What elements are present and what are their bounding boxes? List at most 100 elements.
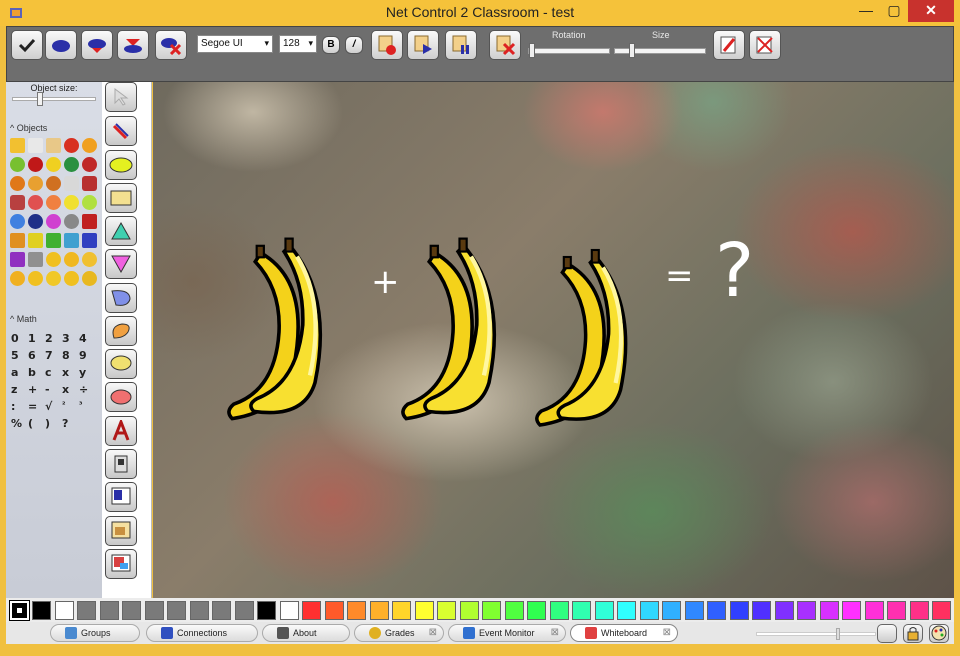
zoom-slider-thumb[interactable] [836,628,840,640]
text-tool[interactable] [105,416,137,446]
star-outline-icon[interactable] [28,138,43,153]
tab-about[interactable]: About [262,624,350,642]
math-symbol[interactable]: z [11,383,28,400]
ellipse-tool[interactable] [105,150,137,180]
math-symbol[interactable]: 2 [45,332,62,349]
math-symbol[interactable]: 6 [28,349,45,366]
maximize-button[interactable]: ▢ [880,0,908,22]
cherries-icon[interactable] [28,157,43,172]
whiteboard-canvas[interactable]: + = ? [153,82,954,598]
orange-icon[interactable] [82,138,97,153]
record-button[interactable] [371,30,403,60]
color-swatch[interactable] [864,601,884,620]
strawberry-icon[interactable] [82,157,97,172]
font-select[interactable]: Segoe UI ▾ [197,35,273,53]
color-swatch[interactable] [437,601,456,620]
math-symbol[interactable]: ( [28,417,45,434]
apply-button[interactable] [11,30,43,60]
edit-button[interactable] [713,30,745,60]
size-slider-thumb[interactable] [629,43,635,58]
equals-sign[interactable]: = [665,256,694,296]
flag-gray-icon[interactable] [28,252,43,267]
smiley-laugh-icon[interactable] [64,252,79,267]
color-swatch[interactable] [887,601,906,620]
insert-image-tool[interactable] [105,549,137,579]
color-swatch[interactable] [729,601,749,620]
rotation-slider-thumb[interactable] [529,43,535,58]
select-tool[interactable] [105,82,137,112]
color-swatch[interactable] [482,601,501,620]
math-symbol[interactable]: b [28,366,45,383]
car-icon[interactable] [10,195,25,210]
math-symbol[interactable]: ³ [79,400,96,417]
color-swatch[interactable] [279,601,299,620]
object-size-thumb[interactable] [37,92,43,106]
tab-event-monitor[interactable]: Event Monitor ⊠ [448,624,566,642]
pause-button[interactable] [445,30,477,60]
erase-button[interactable] [749,30,781,60]
math-symbol[interactable]: % [11,417,28,434]
flag-cyan-icon[interactable] [64,233,79,248]
balloon-pink-icon[interactable] [46,214,61,229]
italic-button[interactable]: / [345,36,363,54]
play-button[interactable] [407,30,439,60]
math-symbol[interactable]: √ [45,400,62,417]
balloon-yellow-icon[interactable] [64,195,79,210]
smiley-sad-icon[interactable] [82,252,97,267]
color-swatch[interactable] [842,601,861,620]
motorbike-icon[interactable] [82,176,97,191]
math-symbol[interactable]: 7 [45,349,62,366]
color-swatch[interactable] [639,601,659,620]
flag-green-icon[interactable] [46,233,61,248]
color-swatch[interactable] [774,601,794,620]
color-swatch[interactable] [797,601,816,620]
color-swatch[interactable] [77,601,96,620]
smiley-surprised-icon[interactable] [28,271,43,286]
current-color-swatch[interactable] [9,600,30,621]
balloon-red-icon[interactable] [28,195,43,210]
objects-section-header[interactable]: ^ Objects [10,123,47,133]
watermelon-icon[interactable] [64,157,79,172]
send-to-students-button[interactable] [45,30,77,60]
color-swatch[interactable] [572,601,591,620]
image-tool[interactable] [105,516,137,546]
math-symbol[interactable]: 8 [62,349,79,366]
color-swatch[interactable] [234,601,254,620]
send-red-button[interactable] [81,30,113,60]
cherry-icon[interactable] [64,138,79,153]
math-symbol[interactable]: + [28,383,45,400]
cloud-shape-tool[interactable] [105,382,137,412]
color-swatch[interactable] [302,601,321,620]
smiley-grin-icon[interactable] [46,271,61,286]
balloon-gray-icon[interactable] [64,214,79,229]
pen-tool[interactable] [105,116,137,146]
color-swatch[interactable] [392,601,411,620]
shape-blue-tool[interactable] [105,283,137,313]
math-symbol[interactable]: 5 [11,349,28,366]
tab-whiteboard[interactable]: Whiteboard ⊠ [570,624,678,642]
color-swatch[interactable] [707,601,726,620]
color-swatch[interactable] [459,601,479,620]
color-swatch[interactable] [32,601,51,620]
math-symbol[interactable]: 9 [79,349,96,366]
close-tab-icon[interactable]: ⊠ [551,625,559,641]
star-sparkle-icon[interactable] [46,138,61,153]
color-swatch[interactable] [369,601,389,620]
color-swatch[interactable] [662,601,681,620]
clear-page-button[interactable] [489,30,521,60]
smiley-happy-icon[interactable] [64,271,79,286]
flag-purple-icon[interactable] [10,252,25,267]
color-swatch[interactable] [414,601,434,620]
bicycle-icon[interactable] [64,176,79,191]
math-symbol[interactable]: x [62,366,79,383]
color-swatch[interactable] [594,601,614,620]
color-swatch[interactable] [932,601,951,620]
banana-image[interactable] [229,239,320,419]
stamp-tool[interactable] [105,449,137,479]
color-swatch[interactable] [257,601,276,620]
color-swatch[interactable] [189,601,209,620]
inverted-triangle-tool[interactable] [105,249,137,279]
math-symbol[interactable]: 1 [28,332,45,349]
ball-icon[interactable] [46,176,61,191]
math-symbol[interactable]: = [28,400,45,417]
